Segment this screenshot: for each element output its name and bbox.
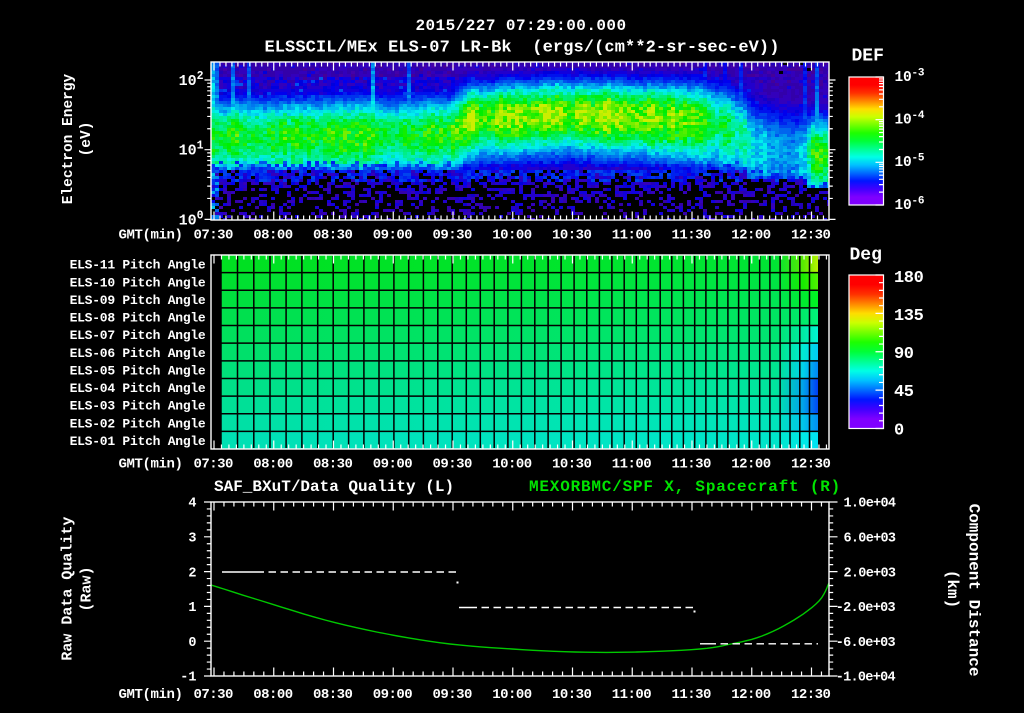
svg-text:ELSSCIL/MEx ELS-07 LR-Bk (erg: ELSSCIL/MEx ELS-07 LR-Bk (ergs/(cm**2-sr…	[264, 38, 779, 57]
svg-text:ELS-02 Pitch Angle: ELS-02 Pitch Angle	[70, 416, 206, 431]
svg-text:10:30: 10:30	[552, 228, 592, 244]
svg-text:11:30: 11:30	[671, 687, 711, 703]
svg-text:ELS-05 Pitch Angle: ELS-05 Pitch Angle	[70, 363, 206, 378]
svg-text:Component Distance: Component Distance	[965, 504, 983, 677]
svg-text:ELS-11 Pitch Angle: ELS-11 Pitch Angle	[70, 258, 206, 273]
svg-text:-1: -1	[180, 671, 196, 686]
svg-text:SAF_BXuT/Data Quality (L): SAF_BXuT/Data Quality (L)	[214, 478, 454, 496]
svg-text:2.0e+03: 2.0e+03	[844, 566, 896, 581]
svg-text:Deg: Deg	[850, 246, 882, 266]
svg-text:12:00: 12:00	[731, 228, 771, 244]
svg-text:Electron Energy: Electron Energy	[61, 73, 77, 204]
svg-text:3: 3	[188, 532, 196, 547]
svg-text:0: 0	[894, 421, 904, 440]
svg-text:ELS-10 Pitch Angle: ELS-10 Pitch Angle	[70, 275, 206, 290]
svg-text:09:00: 09:00	[373, 228, 413, 244]
svg-text:(km): (km)	[943, 570, 961, 608]
svg-text:09:30: 09:30	[432, 457, 472, 473]
svg-text:11:00: 11:00	[612, 457, 652, 473]
svg-text:09:30: 09:30	[432, 687, 472, 703]
svg-text:08:30: 08:30	[313, 687, 353, 703]
svg-text:(Raw): (Raw)	[79, 566, 96, 611]
svg-text:45: 45	[894, 383, 914, 402]
svg-text:Raw Data Quality: Raw Data Quality	[60, 517, 77, 661]
svg-text:DEF: DEF	[852, 46, 884, 66]
svg-text:11:00: 11:00	[612, 687, 652, 703]
svg-text:10:00: 10:00	[492, 457, 532, 473]
svg-text:-6.0e+03: -6.0e+03	[836, 636, 896, 651]
svg-text:11:00: 11:00	[612, 228, 652, 244]
svg-text:08:00: 08:00	[253, 457, 293, 473]
svg-text:(eV): (eV)	[79, 122, 95, 157]
svg-text:ELS-03 Pitch Angle: ELS-03 Pitch Angle	[70, 399, 206, 414]
svg-text:180: 180	[894, 269, 924, 288]
svg-text:ELS-06 Pitch Angle: ELS-06 Pitch Angle	[70, 346, 206, 361]
svg-text:10:00: 10:00	[492, 687, 532, 703]
svg-text:12:00: 12:00	[731, 687, 771, 703]
svg-text:2: 2	[188, 566, 196, 581]
svg-text:10:00: 10:00	[492, 228, 532, 244]
svg-text:11:30: 11:30	[671, 457, 711, 473]
svg-text:12:30: 12:30	[791, 228, 831, 244]
svg-text:ELS-07 Pitch Angle: ELS-07 Pitch Angle	[70, 328, 206, 343]
svg-text:07:30: 07:30	[193, 228, 233, 244]
svg-text:08:00: 08:00	[253, 687, 293, 703]
svg-text:ELS-04 Pitch Angle: ELS-04 Pitch Angle	[70, 381, 206, 396]
svg-text:09:30: 09:30	[432, 228, 472, 244]
svg-text:11:30: 11:30	[671, 228, 711, 244]
svg-text:0: 0	[188, 636, 196, 651]
svg-text:-2.0e+03: -2.0e+03	[836, 601, 896, 616]
svg-text:08:30: 08:30	[313, 228, 353, 244]
svg-text:12:00: 12:00	[731, 457, 771, 473]
svg-text:12:30: 12:30	[791, 687, 831, 703]
svg-text:08:00: 08:00	[253, 228, 293, 244]
svg-text:09:00: 09:00	[373, 457, 413, 473]
svg-text:135: 135	[894, 307, 924, 326]
svg-text:-1.0e+04: -1.0e+04	[836, 671, 896, 686]
svg-text:GMT(min): GMT(min)	[119, 457, 183, 473]
svg-text:07:30: 07:30	[193, 457, 233, 473]
svg-text:1.0e+04: 1.0e+04	[844, 497, 896, 512]
svg-text:4: 4	[188, 497, 196, 512]
svg-text:1: 1	[188, 601, 196, 616]
svg-text:90: 90	[894, 345, 914, 364]
svg-text:09:00: 09:00	[373, 687, 413, 703]
svg-text:10:30: 10:30	[552, 457, 592, 473]
svg-text:12:30: 12:30	[791, 457, 831, 473]
svg-text:ELS-09 Pitch Angle: ELS-09 Pitch Angle	[70, 293, 206, 308]
svg-text:GMT(min): GMT(min)	[119, 228, 183, 244]
svg-text:ELS-08 Pitch Angle: ELS-08 Pitch Angle	[70, 311, 206, 326]
svg-text:10:30: 10:30	[552, 687, 592, 703]
svg-text:6.0e+03: 6.0e+03	[844, 532, 896, 547]
svg-text:GMT(min): GMT(min)	[119, 687, 183, 703]
svg-text:MEXORBMC/SPF X, Spacecraft (R): MEXORBMC/SPF X, Spacecraft (R)	[529, 478, 841, 496]
svg-text:2015/227 07:29:00.000: 2015/227 07:29:00.000	[415, 17, 626, 35]
svg-text:08:30: 08:30	[313, 457, 353, 473]
svg-text:ELS-01 Pitch Angle: ELS-01 Pitch Angle	[70, 434, 206, 449]
svg-text:07:30: 07:30	[193, 687, 233, 703]
